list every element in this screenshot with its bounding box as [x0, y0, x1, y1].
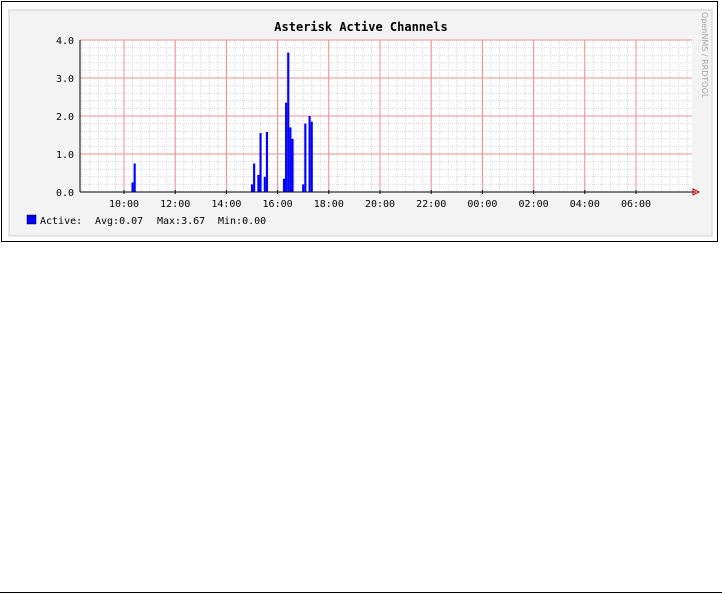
- x-tick-label: 22:00: [416, 199, 446, 210]
- bar-active: [310, 121, 313, 192]
- bar-active: [285, 102, 288, 192]
- bar-active: [133, 163, 136, 192]
- bar-active: [131, 182, 134, 192]
- x-tick-label: 20:00: [365, 199, 395, 210]
- x-tick-label: 00:00: [467, 199, 497, 210]
- legend-min: Min:0.00: [218, 216, 266, 227]
- x-tick-label: 14:00: [211, 199, 241, 210]
- bar-active: [263, 176, 266, 192]
- bar-active: [265, 131, 268, 192]
- bar-active: [282, 178, 286, 192]
- bar-active: [259, 133, 262, 192]
- bar-active: [291, 138, 294, 192]
- y-tick-label: 4.0: [56, 36, 74, 47]
- bar-active: [302, 184, 305, 192]
- bar-active: [287, 52, 290, 192]
- x-tick-label: 18:00: [314, 199, 344, 210]
- bar-active: [250, 184, 254, 192]
- bar-active: [308, 116, 311, 192]
- x-tick-label: 02:00: [519, 199, 549, 210]
- active-channels-chart: Asterisk Active Channels OpenNMS / RRDTO…: [8, 9, 713, 237]
- legend-swatch-active: [26, 214, 37, 225]
- bottom-divider: [0, 592, 722, 593]
- graph-frame: Asterisk Active Channels OpenNMS / RRDTO…: [1, 1, 718, 242]
- watermark-text: OpenNMS / RRDTOOL: [700, 12, 709, 99]
- x-tick-label: 10:00: [109, 199, 139, 210]
- chart-title: Asterisk Active Channels: [274, 20, 447, 34]
- bar-active: [257, 174, 260, 192]
- y-tick-label: 2.0: [56, 112, 74, 123]
- legend-label-active: Active:: [40, 216, 82, 227]
- x-tick-labels: 10:00 12:00 14:00 16:00 18:00 20:00 22:00 00:00…: [109, 199, 651, 210]
- legend-avg: Avg:0.07: [95, 216, 143, 227]
- legend-max: Max:3.67: [157, 216, 205, 227]
- x-tick-label: 16:00: [263, 199, 293, 210]
- y-tick-label: 0.0: [56, 188, 74, 199]
- x-tick-label: 04:00: [570, 199, 600, 210]
- x-tick-label: 06:00: [621, 199, 651, 210]
- x-tick-label: 12:00: [160, 199, 190, 210]
- bar-active: [304, 123, 307, 192]
- y-tick-label: 3.0: [56, 74, 74, 85]
- bar-active: [253, 163, 256, 192]
- y-tick-label: 1.0: [56, 150, 74, 161]
- bar-active: [289, 127, 292, 192]
